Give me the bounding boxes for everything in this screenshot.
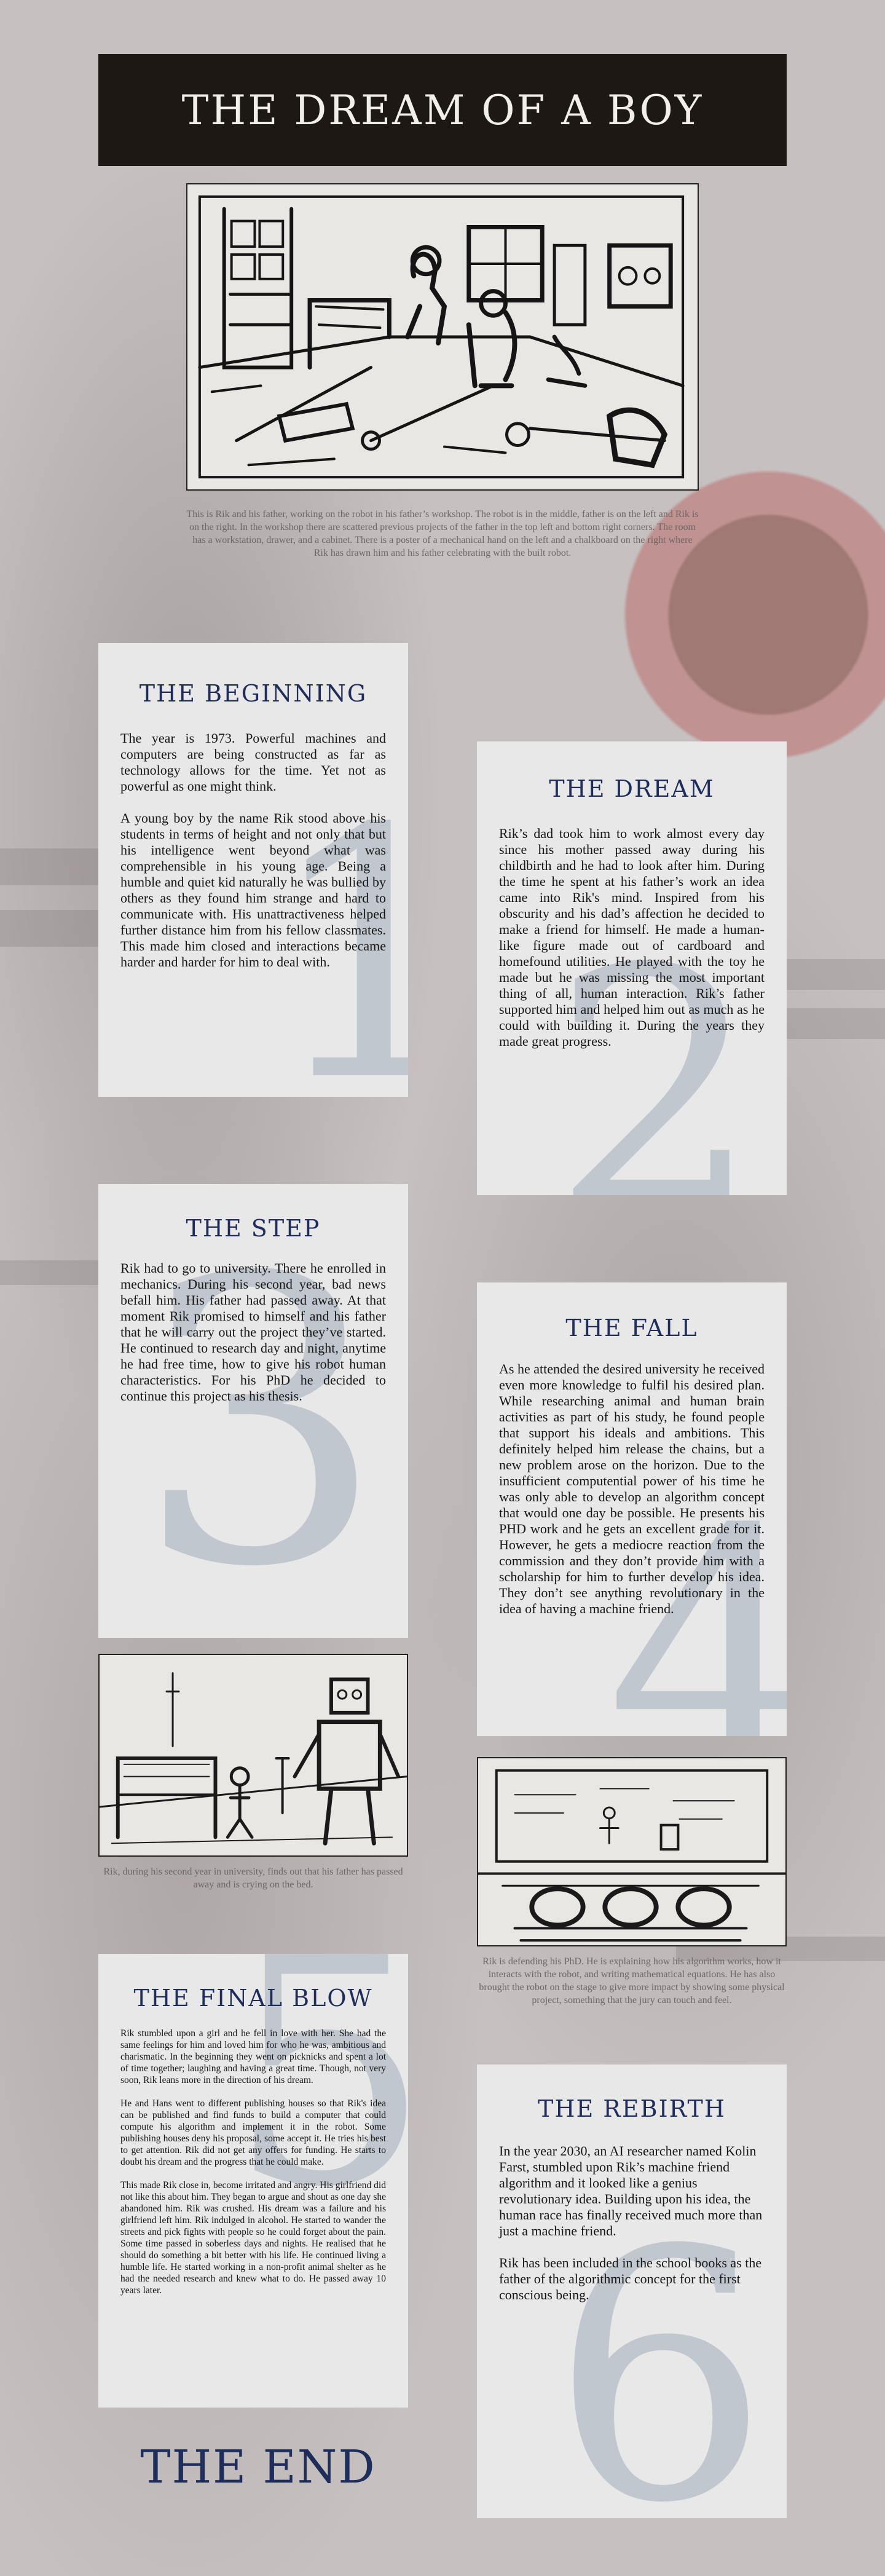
- paragraph: A young boy by the name Rik stood above …: [120, 810, 386, 970]
- card-the-final-blow: 5 The Final Blow Rik stumbled upon a gir…: [98, 1954, 408, 2408]
- section-body-beginning: The year is 1973. Powerful machines and …: [120, 730, 386, 970]
- card-the-dream: 2 The Dream Rik’s dad took him to work a…: [477, 741, 787, 1195]
- section-body-final-blow: Rik stumbled upon a girl and he fell in …: [120, 2028, 386, 2296]
- end-title: The End: [140, 2441, 376, 2494]
- card-the-beginning: 1 The Beginning The year is 1973. Powerf…: [98, 643, 408, 1097]
- card-the-step: 3 The Step Rik had to go to university. …: [98, 1184, 408, 1638]
- workshop-sketch-drawing: [198, 195, 685, 479]
- section-body-fall: As he attended the desired university he…: [499, 1361, 765, 1617]
- paragraph: Rik’s dad took him to work almost every …: [499, 826, 765, 1049]
- phd-defense-sketch-caption: Rik is defending his PhD. He is explaini…: [479, 1956, 785, 2005]
- section-body-dream: Rik’s dad took him to work almost every …: [499, 826, 765, 1049]
- card-the-fall: 4 The Fall As he attended the desired un…: [477, 1282, 787, 1736]
- paragraph: He and Hans went to different publishing…: [120, 2098, 386, 2167]
- bed-sketch-image: [98, 1654, 408, 1857]
- paragraph: As he attended the desired university he…: [499, 1361, 765, 1616]
- paragraph: In the year 2030, an AI researcher named…: [499, 2143, 763, 2238]
- paragraph: Rik has been included in the school book…: [499, 2255, 762, 2302]
- section-heading-final-blow: The Final Blow: [133, 1985, 373, 2012]
- phd-defense-sketch-drawing: [478, 1769, 785, 1942]
- bed-sketch-caption: Rik, during his second year in universit…: [103, 1867, 403, 1890]
- bed-sketch-drawing: [100, 1672, 407, 1846]
- paragraph: This made Rik close in, become irritated…: [120, 2180, 386, 2296]
- workshop-sketch-image: [186, 183, 699, 491]
- section-heading-beginning: The Beginning: [139, 680, 368, 707]
- paragraph: Rik had to go to university. There he en…: [120, 1260, 386, 1404]
- paragraph: Rik stumbled upon a girl and he fell in …: [120, 2028, 386, 2085]
- section-body-step: Rik had to go to university. There he en…: [120, 1260, 386, 1404]
- section-heading-fall: The Fall: [565, 1314, 698, 1341]
- paragraph: The year is 1973. Powerful machines and …: [120, 730, 386, 794]
- section-heading-step: The Step: [186, 1215, 321, 1242]
- section-heading-dream: The Dream: [549, 775, 715, 802]
- section-body-rebirth: In the year 2030, an AI researcher named…: [499, 2143, 765, 2303]
- section-heading-rebirth: The Rebirth: [537, 2095, 726, 2122]
- card-the-rebirth: 6 The Rebirth In the year 2030, an AI re…: [477, 2064, 787, 2518]
- phd-defense-sketch-image: [477, 1757, 787, 1946]
- workshop-sketch-caption: This is Rik and his father, working on t…: [186, 509, 699, 558]
- page-title: The Dream of a Boy: [181, 86, 704, 134]
- title-banner: The Dream of a Boy: [98, 54, 787, 166]
